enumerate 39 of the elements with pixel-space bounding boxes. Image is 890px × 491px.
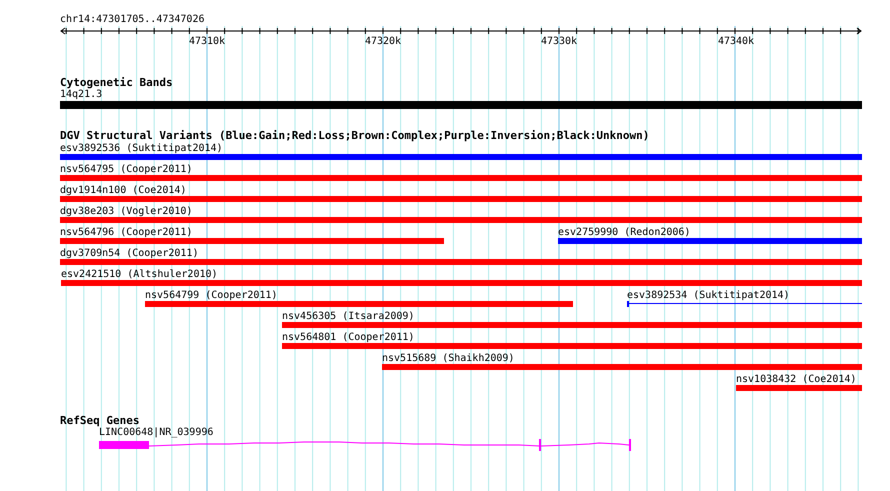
gene-model-drawing[interactable] [99, 439, 632, 451]
variant-label: esv2421510 (Altshuler2010) [61, 269, 218, 280]
tick-label: 47320k [364, 36, 402, 48]
variant-line[interactable] [627, 301, 862, 307]
track-title: DGV Structural Variants (Blue:Gain;Red:Loss;Brown:Complex;Purple:Inversion;Black:Unknown) [60, 129, 650, 142]
variant-label: dgv3709n54 (Cooper2011) [60, 248, 198, 259]
variant-bar[interactable] [60, 238, 444, 244]
variant-label: nsv1038432 (Coe2014) [736, 374, 856, 385]
variant-label: nsv564799 (Cooper2011) [145, 290, 278, 301]
variant-label: esv3892534 (Suktitipat2014) [627, 290, 790, 301]
variant-bar[interactable] [282, 322, 862, 328]
variant-label: esv2759990 (Redon2006) [558, 227, 690, 238]
variant-bar[interactable] [60, 196, 862, 202]
tick-label: 47340k [718, 36, 754, 48]
variant-label: nsv564795 (Cooper2011) [60, 164, 192, 175]
variant-label: nsv564801 (Cooper2011) [282, 332, 414, 343]
gene-label: LINC00648|NR_039996 [99, 427, 214, 439]
variant-bar[interactable] [282, 343, 862, 349]
band-label: 14q21.3 [60, 89, 102, 100]
variant-bar[interactable] [736, 385, 862, 391]
variant-label: nsv456305 (Itsara2009) [282, 311, 414, 322]
variant-label: dgv38e203 (Vogler2010) [60, 206, 192, 217]
variant-bar[interactable] [60, 259, 862, 265]
track-title: Cytogenetic Bands [60, 76, 173, 89]
tick-label: 47330k [540, 36, 578, 48]
variant-label: nsv564796 (Cooper2011) [60, 227, 192, 238]
track-title: RefSeq Genes [60, 414, 140, 427]
chromosome-band[interactable] [60, 101, 862, 109]
variant-bar[interactable] [60, 154, 862, 160]
variant-label: esv3892536 (Suktitipat2014) [60, 143, 223, 154]
variant-bar[interactable] [382, 364, 862, 370]
variant-bar[interactable] [558, 238, 862, 244]
variant-label: nsv515689 (Shaikh2009) [382, 353, 514, 364]
variant-bar[interactable] [60, 175, 862, 181]
variant-bar[interactable] [61, 280, 862, 286]
variant-label: dgv1914n100 (Coe2014) [60, 185, 186, 196]
variant-bar[interactable] [60, 217, 862, 223]
tick-label: 47310k [188, 36, 226, 48]
variant-bar[interactable] [145, 301, 573, 307]
